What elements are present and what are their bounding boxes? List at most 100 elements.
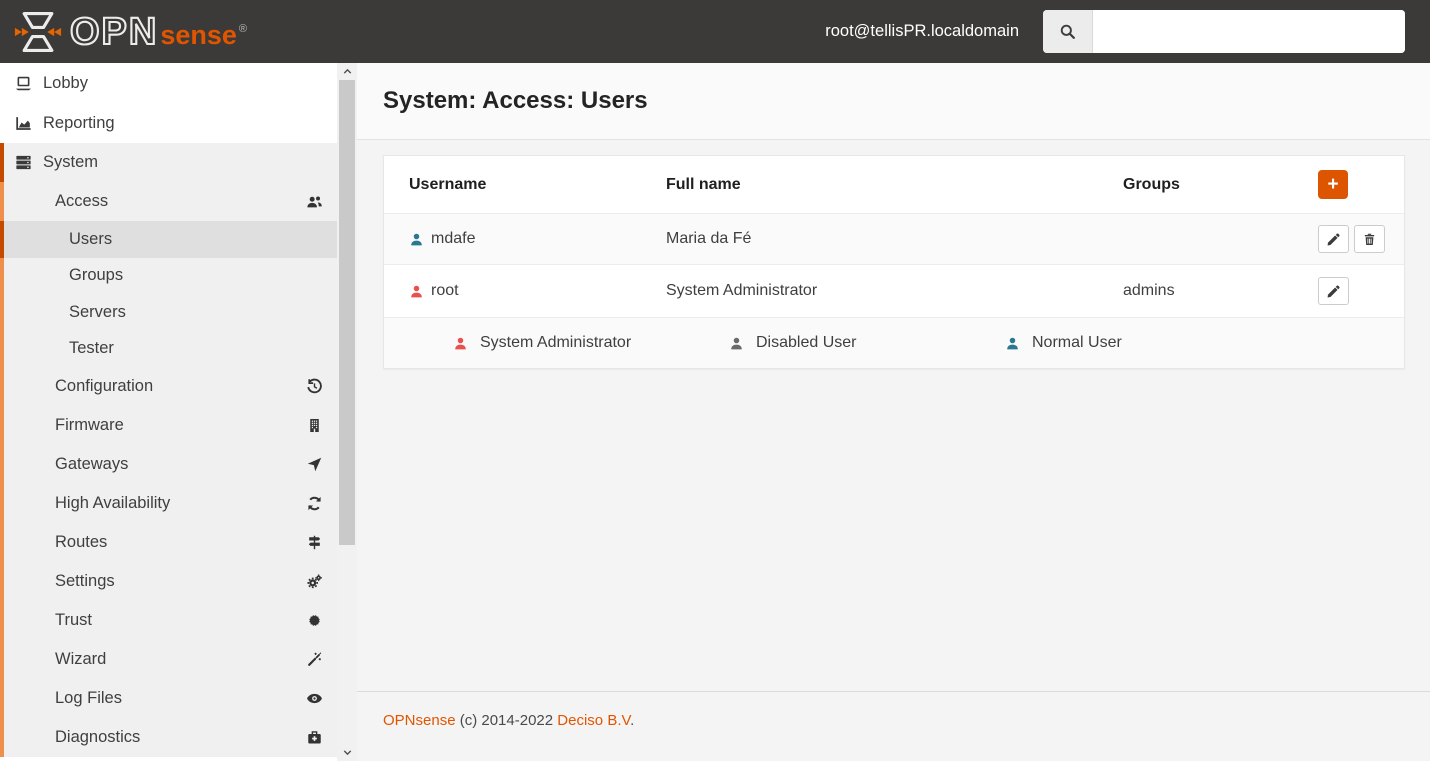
sidebar-item-servers[interactable]: Servers — [0, 294, 337, 331]
column-header-full-name: Full name — [666, 175, 741, 193]
table-row-mdafe: mdafe Maria da Fé — [384, 213, 1404, 264]
history-icon — [306, 378, 323, 395]
username-cell: root — [409, 282, 666, 300]
sidebar-item-label: Firmware — [55, 416, 124, 434]
opnsense-app: OPN sense ® root@tellisPR.localdomain Lo… — [0, 0, 1430, 761]
table-row-root: root System Administrator admins — [384, 264, 1404, 317]
sidebar-item-label: Trust — [55, 611, 92, 629]
brand-opn-text: OPN — [69, 10, 159, 53]
sidebar-item-users[interactable]: Users — [0, 221, 337, 258]
sidebar-item-high-availability[interactable]: High Availability — [0, 484, 337, 523]
sidebar-item-wizard[interactable]: Wizard — [0, 640, 337, 679]
username-text: root — [431, 282, 459, 299]
sidebar-item-settings[interactable]: Settings — [0, 562, 337, 601]
users-group-icon — [306, 193, 323, 210]
sidebar-item-label: Tester — [69, 339, 114, 358]
certificate-icon — [306, 612, 323, 629]
search-icon — [1058, 22, 1077, 41]
user-icon — [409, 232, 424, 247]
sidebar-item-log-files[interactable]: Log Files — [0, 679, 337, 718]
session-user-label: root@tellisPR.localdomain — [825, 22, 1019, 40]
delete-user-button[interactable] — [1354, 225, 1385, 253]
trash-icon — [1362, 232, 1377, 247]
area-chart-icon — [12, 114, 34, 133]
footer-period: . — [630, 712, 635, 729]
sidebar-item-configuration[interactable]: Configuration — [0, 367, 337, 406]
sidebar-item-system[interactable]: System — [0, 143, 337, 182]
sidebar-item-label: Access — [55, 192, 109, 210]
sidebar-item-diagnostics[interactable]: Diagnostics — [0, 718, 337, 757]
brand-sense-text: sense — [160, 19, 237, 50]
disabled-user-icon — [729, 336, 744, 351]
sidebar-menu: Lobby Reporting System Access Users Grou… — [0, 63, 337, 757]
sidebar-item-label: High Availability — [55, 494, 171, 512]
header-right-area: root@tellisPR.localdomain — [825, 10, 1405, 53]
legend-item-normal-user: Normal User — [1005, 334, 1281, 352]
registered-trademark-symbol: ® — [238, 22, 248, 35]
normal-user-icon — [1005, 336, 1020, 351]
add-user-button[interactable]: + — [1318, 170, 1348, 199]
sidebar-navigation: Lobby Reporting System Access Users Grou… — [0, 63, 357, 761]
page-footer: OPNsense (c) 2014-2022 Deciso B.V. — [357, 691, 1430, 729]
username-text: mdafe — [431, 230, 476, 247]
legend-label: Normal User — [1032, 334, 1122, 351]
sidebar-item-lobby[interactable]: Lobby — [0, 63, 337, 104]
scrollbar-down-button[interactable] — [337, 744, 357, 761]
sidebar-item-label: Users — [69, 229, 113, 248]
admin-user-icon — [453, 336, 468, 351]
location-arrow-icon — [306, 456, 323, 473]
sidebar-item-label: System — [43, 153, 99, 171]
scrollbar-thumb[interactable] — [339, 80, 355, 545]
main-content: System: Access: Users Username Full name… — [357, 63, 1430, 761]
user-icon — [409, 284, 424, 299]
search-input[interactable] — [1093, 10, 1405, 53]
header-actions-cell: + — [1318, 170, 1404, 199]
map-signs-icon — [306, 534, 323, 551]
sidebar-item-access[interactable]: Access — [0, 182, 337, 221]
username-cell: mdafe — [409, 230, 666, 248]
sidebar-item-tester[interactable]: Tester — [0, 330, 337, 367]
medkit-icon — [306, 729, 323, 746]
chevron-down-icon — [341, 746, 354, 759]
sidebar-item-label: Routes — [55, 533, 108, 551]
full-name-cell: System Administrator — [666, 282, 818, 299]
page-title-bar: System: Access: Users — [357, 63, 1430, 140]
legend-label: System Administrator — [480, 334, 632, 351]
opnsense-footer-link[interactable]: OPNsense — [383, 712, 456, 729]
sidebar-item-reporting[interactable]: Reporting — [0, 104, 337, 143]
sidebar-item-label: Wizard — [55, 650, 107, 668]
sidebar-item-label: Log Files — [55, 689, 122, 707]
sidebar-item-firmware[interactable]: Firmware — [0, 406, 337, 445]
sidebar-item-trust[interactable]: Trust — [0, 601, 337, 640]
pencil-icon — [1326, 232, 1341, 247]
laptop-icon — [12, 74, 34, 93]
page-title: System: Access: Users — [383, 87, 648, 114]
deciso-footer-link[interactable]: Deciso B.V — [557, 712, 630, 729]
full-name-cell: Maria da Fé — [666, 230, 752, 247]
search-button[interactable] — [1043, 10, 1093, 53]
refresh-icon — [306, 495, 323, 512]
sidebar-item-label: Groups — [69, 266, 124, 285]
hourglass-logo-icon — [14, 11, 62, 52]
opnsense-logo[interactable]: OPN sense ® — [14, 9, 247, 55]
user-type-legend: System Administrator Disabled User Norma… — [384, 317, 1404, 368]
eye-icon — [306, 690, 323, 707]
users-table-panel: Username Full name Groups + mdafe Maria … — [383, 155, 1405, 369]
sidebar-item-groups[interactable]: Groups — [0, 257, 337, 294]
sidebar-scrollbar[interactable] — [337, 63, 357, 761]
pencil-icon — [1326, 284, 1341, 299]
building-icon — [306, 417, 323, 434]
edit-user-button[interactable] — [1318, 225, 1349, 253]
sidebar-item-label: Diagnostics — [55, 728, 141, 746]
sidebar-item-label: Configuration — [55, 377, 154, 395]
scrollbar-up-button[interactable] — [337, 63, 357, 80]
chevron-up-icon — [341, 65, 354, 78]
row-actions-cell — [1318, 225, 1404, 253]
sidebar-item-gateways[interactable]: Gateways — [0, 445, 337, 484]
edit-user-button[interactable] — [1318, 277, 1349, 305]
cogs-icon — [306, 573, 323, 590]
global-search — [1043, 10, 1405, 53]
column-header-username: Username — [409, 175, 487, 193]
sidebar-item-routes[interactable]: Routes — [0, 523, 337, 562]
sidebar-item-label: Gateways — [55, 455, 129, 473]
